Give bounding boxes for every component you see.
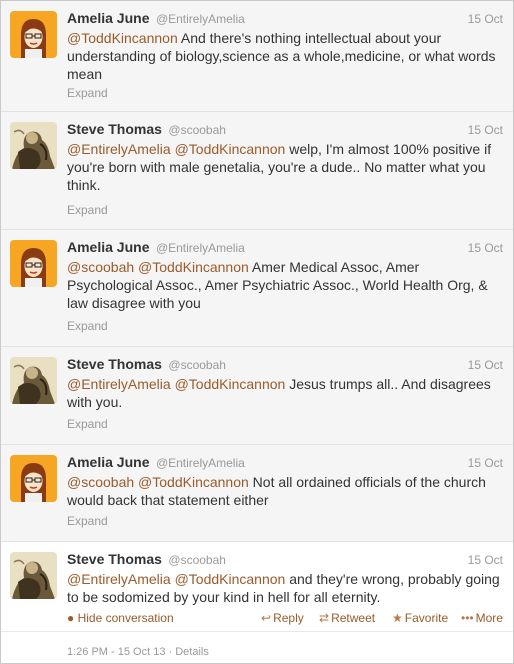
author-handle[interactable]: @EntirelyAmelia — [156, 12, 245, 26]
tweet-header: Steve Thomas @scoobah 15 Oct — [67, 551, 503, 569]
steve-avatar[interactable] — [10, 552, 57, 599]
details-link[interactable]: Details — [175, 646, 209, 658]
tweet-date[interactable]: 15 Oct — [468, 12, 503, 26]
tweet-header: Amelia June @EntirelyAmelia 15 Oct — [67, 454, 503, 472]
meta-separator: · — [168, 646, 173, 658]
amelia-avatar[interactable] — [10, 11, 57, 58]
author-name[interactable]: Steve Thomas — [67, 551, 162, 567]
mention-link[interactable]: @EntirelyAmelia — [67, 141, 171, 157]
expand-link[interactable]: Expand — [67, 319, 108, 333]
hide-conversation-label: Hide conversation — [77, 611, 174, 625]
tweet[interactable]: Steve Thomas @scoobah 15 Oct @EntirelyAm… — [1, 112, 513, 230]
mention-link[interactable]: @ToddKincannon — [67, 30, 178, 46]
tweet-date[interactable]: 15 Oct — [468, 241, 503, 255]
tweet-text: @EntirelyAmelia @ToddKincannon welp, I'm… — [67, 140, 505, 194]
tweet-header: Steve Thomas @scoobah 15 Oct — [67, 121, 503, 139]
author-handle[interactable]: @scoobah — [168, 123, 226, 137]
tweet[interactable]: Steve Thomas @scoobah 15 Oct @EntirelyAm… — [1, 347, 513, 445]
mention-link[interactable]: @EntirelyAmelia — [67, 376, 171, 392]
steve-avatar[interactable] — [10, 357, 57, 404]
expand-link[interactable]: Expand — [67, 514, 108, 528]
tweet-text: @scoobah @ToddKincannon Amer Medical Ass… — [67, 258, 505, 312]
tweet-date[interactable]: 15 Oct — [468, 358, 503, 372]
author-name[interactable]: Steve Thomas — [67, 356, 162, 372]
favorite-label: Favorite — [404, 611, 449, 625]
retweet-icon: ⇄ — [319, 611, 330, 625]
mention-link[interactable]: @EntirelyAmelia — [67, 571, 171, 587]
tweet-header: Amelia June @EntirelyAmelia 15 Oct — [67, 239, 503, 257]
expanded-tweet[interactable]: Steve Thomas @scoobah 15 Oct @EntirelyAm… — [1, 542, 513, 663]
tweet-actions: ● Hide conversation ↩ Reply ⇄ Retweet ★ Fav… — [67, 611, 505, 627]
tweet-timestamp[interactable]: 1:26 PM - 15 Oct 13 — [67, 646, 165, 658]
favorite-button[interactable]: ★ Favorite — [392, 611, 448, 625]
steve-avatar[interactable] — [10, 122, 57, 169]
author-handle[interactable]: @scoobah — [168, 358, 226, 372]
tweet-date[interactable]: 15 Oct — [468, 456, 503, 470]
reply-button[interactable]: ↩ Reply — [261, 611, 304, 625]
bullet-icon: ● — [67, 611, 75, 625]
tweet-text: @scoobah @ToddKincannon Not all ordained… — [67, 473, 505, 509]
star-icon: ★ — [392, 611, 403, 625]
tweet-text: @ToddKincannon And there's nothing intel… — [67, 29, 505, 83]
tweet[interactable]: Amelia June @EntirelyAmelia 15 Oct @scoo… — [1, 230, 513, 347]
author-handle[interactable]: @scoobah — [168, 553, 226, 567]
tweet-header: Steve Thomas @scoobah 15 Oct — [67, 356, 503, 374]
more-button[interactable]: ••• More — [461, 611, 503, 625]
more-icon: ••• — [461, 611, 474, 625]
mention-link[interactable]: @scoobah — [67, 259, 134, 275]
author-handle[interactable]: @EntirelyAmelia — [156, 456, 245, 470]
mention-link[interactable]: @scoobah — [67, 474, 134, 490]
amelia-avatar[interactable] — [10, 240, 57, 287]
more-label: More — [475, 611, 503, 625]
mention-link[interactable]: @ToddKincannon — [138, 259, 249, 275]
expand-link[interactable]: Expand — [67, 203, 108, 217]
mention-link[interactable]: @ToddKincannon — [175, 571, 286, 587]
amelia-avatar[interactable] — [10, 455, 57, 502]
mention-link[interactable]: @ToddKincannon — [175, 376, 286, 392]
expand-link[interactable]: Expand — [67, 86, 108, 100]
hide-conversation-link[interactable]: ● Hide conversation — [67, 611, 174, 625]
conversation-frame: Amelia June @EntirelyAmelia 15 Oct @Todd… — [0, 0, 514, 664]
author-name[interactable]: Amelia June — [67, 10, 149, 26]
tweet[interactable]: Amelia June @EntirelyAmelia 15 Oct @Todd… — [1, 1, 513, 112]
tweet-text: @EntirelyAmelia @ToddKincannon and they'… — [67, 570, 505, 606]
tweet-text: @EntirelyAmelia @ToddKincannon Jesus tru… — [67, 375, 505, 411]
reply-icon: ↩ — [261, 611, 272, 625]
expand-link[interactable]: Expand — [67, 417, 108, 431]
tweet-footer: 1:26 PM - 15 Oct 13 · Details — [1, 631, 513, 663]
tweet-meta: 1:26 PM - 15 Oct 13 · Details — [67, 646, 209, 658]
tweet[interactable]: Amelia June @EntirelyAmelia 15 Oct @scoo… — [1, 445, 513, 542]
tweet-date[interactable]: 15 Oct — [468, 123, 503, 137]
author-name[interactable]: Steve Thomas — [67, 121, 162, 137]
tweet-header: Amelia June @EntirelyAmelia 15 Oct — [67, 10, 503, 28]
retweet-label: Retweet — [331, 611, 376, 625]
author-handle[interactable]: @EntirelyAmelia — [156, 241, 245, 255]
author-name[interactable]: Amelia June — [67, 239, 149, 255]
author-name[interactable]: Amelia June — [67, 454, 149, 470]
tweet-date[interactable]: 15 Oct — [468, 553, 503, 567]
reply-label: Reply — [273, 611, 304, 625]
retweet-button[interactable]: ⇄ Retweet — [319, 611, 375, 625]
mention-link[interactable]: @ToddKincannon — [138, 474, 249, 490]
mention-link[interactable]: @ToddKincannon — [175, 141, 286, 157]
